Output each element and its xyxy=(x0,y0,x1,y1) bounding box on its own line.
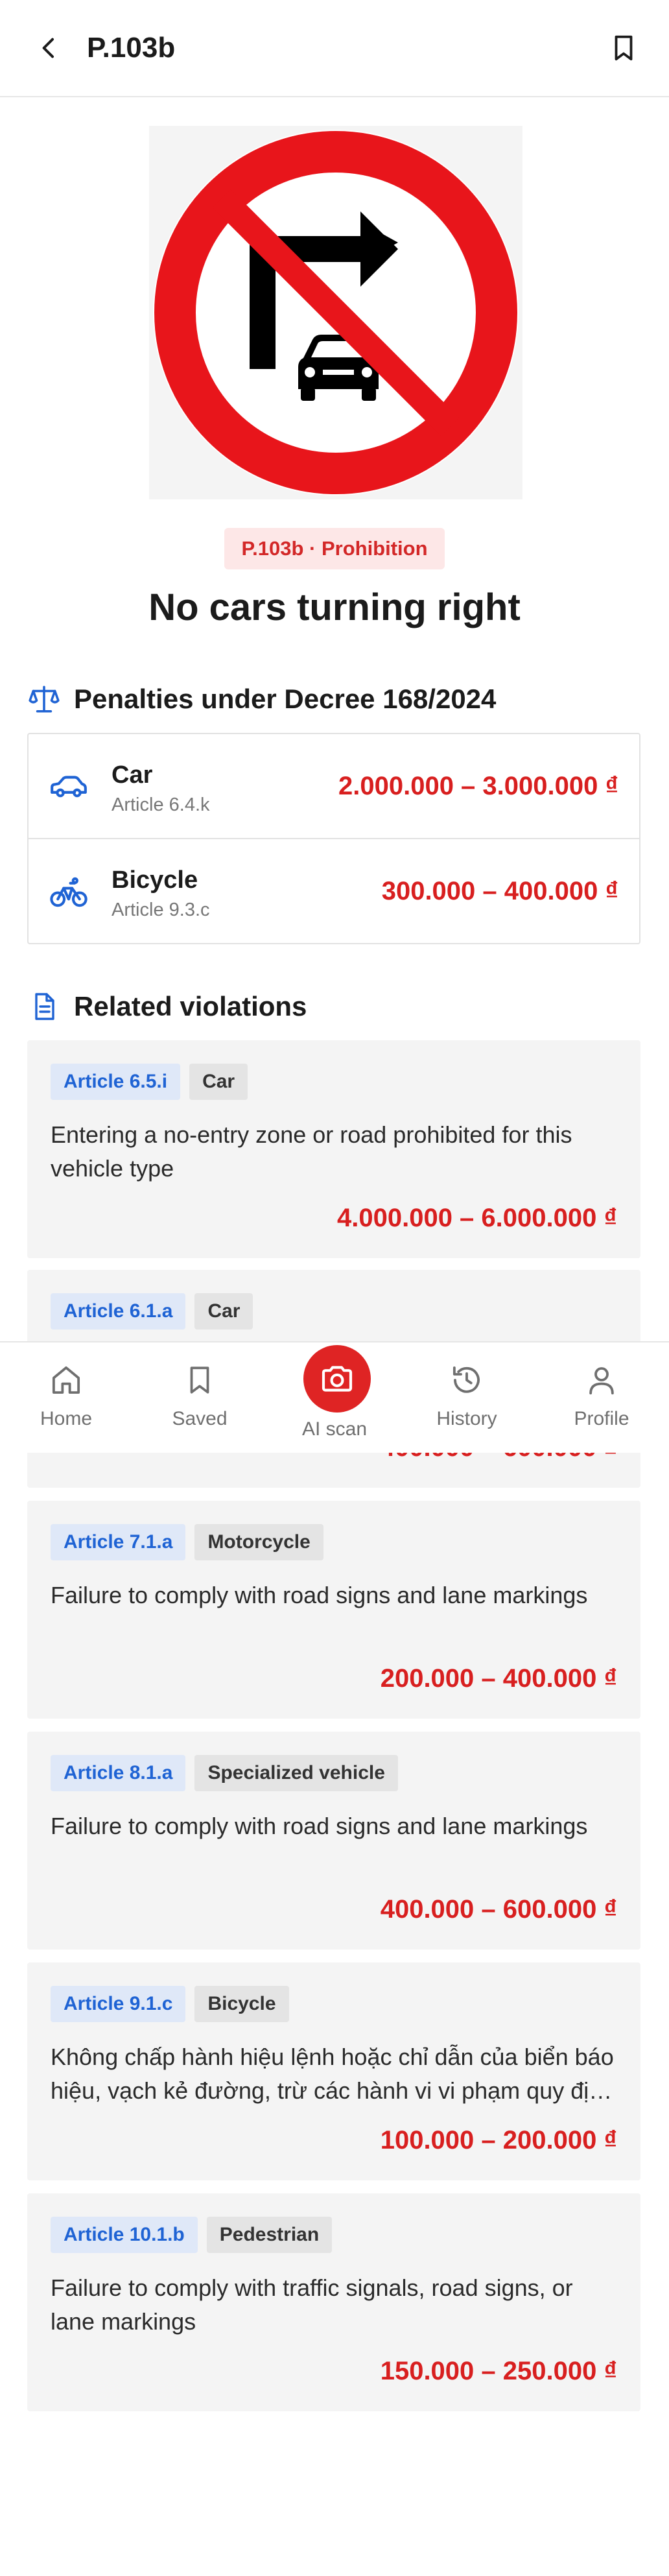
nav-ai-scan[interactable]: AI scan xyxy=(276,1342,393,1454)
chevron-left-icon xyxy=(42,38,54,58)
violation-description: Failure to comply with road signs and la… xyxy=(51,1813,588,1839)
sign-name: No cars turning right xyxy=(148,586,521,628)
nav-home[interactable]: Home xyxy=(8,1342,124,1454)
related-violations-heading: Related violations xyxy=(27,990,307,1023)
penalty-vehicle: Car xyxy=(112,761,153,789)
violation-amount: 4.000.000 – 6.000.000 ₫ xyxy=(336,1204,617,1232)
violation-description: Failure to comply with road signs and la… xyxy=(51,1582,588,1608)
bookmark-icon xyxy=(180,1361,219,1400)
violation-card[interactable]: Article 8.1.a Specialized vehicle Failur… xyxy=(27,1732,640,1950)
article-tag: Article 7.1.a xyxy=(51,1524,186,1560)
nav-ai-scan-label: AI scan xyxy=(301,1418,368,1440)
penalty-amount: 300.000 – 400.000 ₫ xyxy=(381,877,618,905)
violation-description: Không chấp hành hiệu lệnh hoặc chỉ dẫn c… xyxy=(51,2044,615,2104)
page-title: P.103b xyxy=(87,32,176,64)
article-tag: Article 6.5.i xyxy=(51,1064,181,1100)
top-app-bar: P.103b xyxy=(0,0,669,97)
nav-history-label: History xyxy=(436,1408,497,1429)
nav-history[interactable]: History xyxy=(408,1342,525,1454)
back-button[interactable] xyxy=(31,30,67,66)
violation-card[interactable]: Article 6.5.i Car Entering a no-entry zo… xyxy=(27,1040,640,1258)
user-icon xyxy=(582,1361,621,1400)
article-tag: Article 10.1.b xyxy=(51,2217,198,2253)
penalties-heading: Penalties under Decree 168/2024 xyxy=(27,682,496,716)
vehicle-tag: Motorcycle xyxy=(194,1524,323,1560)
vehicle-tag: Car xyxy=(189,1064,248,1100)
vehicle-tag: Car xyxy=(194,1293,253,1330)
article-tag: Article 6.1.a xyxy=(51,1293,186,1330)
vehicle-tag: Bicycle xyxy=(194,1986,289,2022)
no-right-turn-car-sign-icon xyxy=(153,130,519,495)
penalty-row-car: Car Article 6.4.k 2.000.000 – 3.000.000 … xyxy=(29,734,639,839)
penalty-article: Article 9.3.c xyxy=(112,900,210,920)
violation-amount: 150.000 – 250.000 ₫ xyxy=(380,2357,617,2385)
camera-icon xyxy=(322,1366,353,1392)
scale-icon xyxy=(27,682,61,716)
traffic-sign-image xyxy=(149,126,522,499)
violation-description: Failure to comply with traffic signals, … xyxy=(51,2274,573,2335)
bookmark-button[interactable] xyxy=(604,29,643,67)
violation-card[interactable]: Article 10.1.b Pedestrian Failure to com… xyxy=(27,2193,640,2411)
penalty-row-bicycle: Bicycle Article 9.3.c 300.000 – 400.000 … xyxy=(29,839,639,944)
bicycle-icon xyxy=(48,872,89,913)
ai-scan-button[interactable] xyxy=(303,1345,371,1413)
document-icon xyxy=(27,990,61,1023)
penalties-title: Penalties under Decree 168/2024 xyxy=(74,684,497,714)
home-icon xyxy=(47,1361,86,1400)
violation-card[interactable]: Article 7.1.a Motorcycle Failure to comp… xyxy=(27,1501,640,1719)
vehicle-tag: Pedestrian xyxy=(206,2217,333,2253)
bottom-navigation: Home Saved AI scan History Profile xyxy=(0,1341,669,1453)
history-icon xyxy=(447,1361,486,1400)
violation-description: Entering a no-entry zone or road prohibi… xyxy=(51,1121,572,1182)
car-icon xyxy=(48,767,89,808)
penalty-amount: 2.000.000 – 3.000.000 ₫ xyxy=(338,772,618,800)
article-tag: Article 8.1.a xyxy=(51,1755,186,1791)
penalty-vehicle: Bicycle xyxy=(112,866,198,894)
related-violations-title: Related violations xyxy=(74,991,307,1021)
penalty-table: Car Article 6.4.k 2.000.000 – 3.000.000 … xyxy=(27,733,640,944)
nav-saved-label: Saved xyxy=(172,1408,228,1429)
vehicle-tag: Specialized vehicle xyxy=(194,1755,398,1791)
violation-amount: 200.000 – 400.000 ₫ xyxy=(380,1664,617,1693)
violation-amount: 100.000 – 200.000 ₫ xyxy=(380,2126,617,2154)
nav-saved[interactable]: Saved xyxy=(141,1342,258,1454)
article-tag: Article 9.1.c xyxy=(51,1986,186,2022)
sign-code-badge: P.103b · Prohibition xyxy=(0,528,669,569)
nav-home-label: Home xyxy=(40,1408,93,1429)
violation-card[interactable]: Article 9.1.c Bicycle Không chấp hành hi… xyxy=(27,1962,640,2180)
bookmark-icon xyxy=(615,35,633,61)
violation-amount: 400.000 – 600.000 ₫ xyxy=(380,1895,617,1924)
nav-profile-label: Profile xyxy=(574,1408,629,1429)
sign-code-label: P.103b · Prohibition xyxy=(224,528,445,569)
penalty-article: Article 6.4.k xyxy=(112,794,210,815)
nav-profile[interactable]: Profile xyxy=(543,1342,660,1454)
